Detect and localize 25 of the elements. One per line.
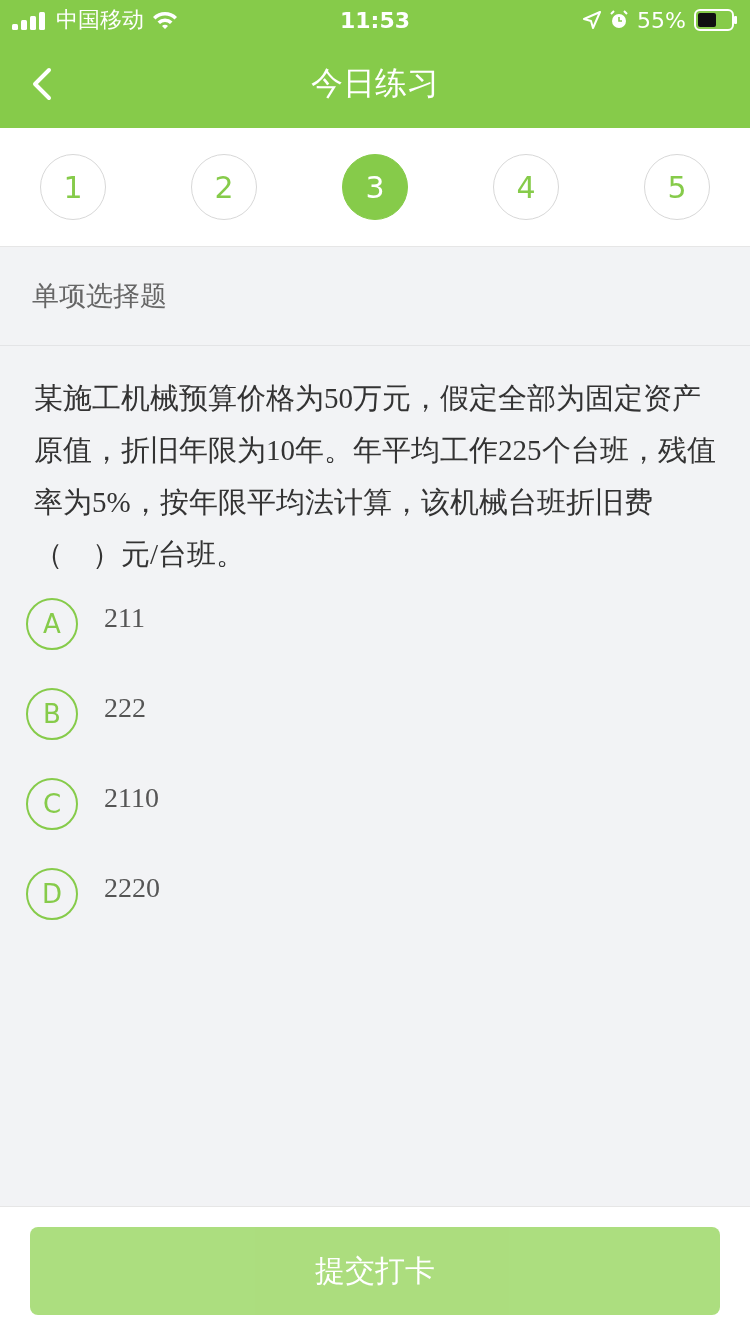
clock-time: 11:53 <box>340 7 410 33</box>
option-text[interactable]: 2110 <box>104 782 159 814</box>
signal-icon <box>12 10 48 30</box>
location-icon <box>583 11 602 29</box>
back-icon <box>32 67 52 101</box>
battery-icon <box>694 9 738 31</box>
alarm-icon <box>609 10 630 30</box>
option-text[interactable]: 2220 <box>104 872 160 904</box>
question-type: 单项选择题 <box>32 279 167 313</box>
battery-percent: 55% <box>637 7 686 33</box>
option-letter[interactable]: B <box>26 688 78 740</box>
question-text: 某施工机械预算价格为50万元，假定全部为固定资产原值，折旧年限为10年。年平均工作225个台班，残值率为5%，按年限平均法计算，该机械台班折旧费（ ）元/台班。 <box>34 381 716 572</box>
question-number-tab[interactable]: 3 <box>342 154 408 220</box>
carrier-name: 中国移动 <box>56 6 144 34</box>
page-title: 今日练习 <box>311 63 439 104</box>
question-number-tab[interactable]: 5 <box>644 154 710 220</box>
option-letter[interactable]: D <box>26 868 78 920</box>
question-number-tab[interactable]: 2 <box>191 154 257 220</box>
option-letter[interactable]: A <box>26 598 78 650</box>
question-number-tab[interactable]: 1 <box>40 154 106 220</box>
option-text[interactable]: 222 <box>104 692 146 724</box>
option-text[interactable]: 211 <box>104 602 145 634</box>
wifi-icon <box>152 10 178 30</box>
question-number-tab[interactable]: 4 <box>493 154 559 220</box>
option-letter[interactable]: C <box>26 778 78 830</box>
